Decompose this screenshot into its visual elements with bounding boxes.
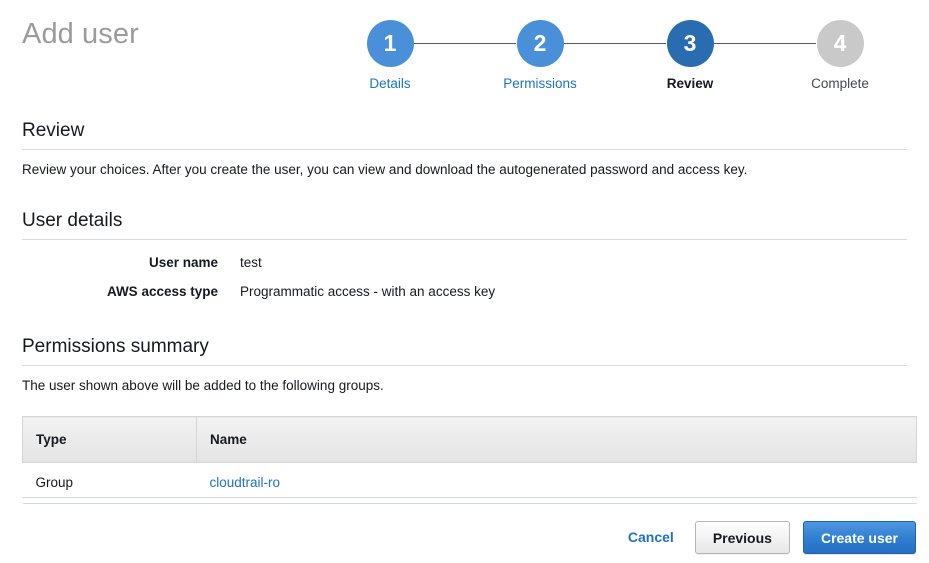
step-connector-2-3: [564, 43, 666, 44]
step-label-review: Review: [640, 76, 740, 92]
user-details-divider: [22, 239, 907, 240]
column-header-type: Type: [23, 417, 197, 463]
step-number-badge-3: 3: [667, 20, 714, 67]
wizard-step-permissions[interactable]: 2 Permissions: [490, 20, 590, 92]
group-link-cloudtrail-ro[interactable]: cloudtrail-ro: [210, 475, 281, 490]
create-user-button[interactable]: Create user: [803, 521, 916, 554]
previous-button[interactable]: Previous: [695, 521, 790, 554]
review-divider: [22, 149, 907, 150]
section-user-details: User details User name test AWS access t…: [22, 209, 907, 299]
step-number-badge-1: 1: [367, 20, 414, 67]
detail-label-access-type: AWS access type: [22, 284, 240, 299]
review-heading: Review: [22, 119, 907, 149]
wizard-step-details[interactable]: 1 Details: [340, 20, 440, 92]
step-connector-3-4: [714, 43, 816, 44]
step-label-details[interactable]: Details: [340, 76, 440, 92]
permissions-table: Type Name Group cloudtrail-ro: [22, 416, 917, 504]
permissions-summary-divider: [22, 365, 907, 366]
section-review: Review Review your choices. After you cr…: [22, 119, 907, 179]
detail-label-user-name: User name: [22, 255, 240, 270]
permissions-summary-heading: Permissions summary: [22, 335, 907, 365]
wizard-step-review: 3 Review: [640, 20, 740, 92]
step-label-complete: Complete: [790, 76, 890, 92]
user-details-heading: User details: [22, 209, 907, 239]
detail-row-user-name: User name test: [22, 255, 907, 270]
page-title: Add user: [22, 17, 139, 51]
footer-divider: [22, 497, 917, 498]
wizard-stepper: 1 Details 2 Permissions 3 Review 4 Compl…: [340, 20, 900, 110]
step-number-badge-4: 4: [817, 20, 864, 67]
column-header-name: Name: [197, 417, 917, 463]
step-connector-1-2: [414, 43, 516, 44]
user-details-list: User name test AWS access type Programma…: [22, 255, 907, 299]
wizard-step-complete: 4 Complete: [790, 20, 890, 92]
step-number-badge-2: 2: [517, 20, 564, 67]
step-label-permissions[interactable]: Permissions: [490, 76, 590, 92]
section-permissions-summary: Permissions summary The user shown above…: [22, 335, 907, 504]
page-header: Add user 1 Details 2 Permissions 3 Revie…: [0, 0, 929, 110]
detail-row-access-type: AWS access type Programmatic access - wi…: [22, 284, 907, 299]
permissions-table-header: Type Name: [23, 417, 917, 463]
detail-value-access-type: Programmatic access - with an access key: [240, 284, 495, 299]
main-content: Review Review your choices. After you cr…: [0, 119, 929, 504]
cancel-button[interactable]: Cancel: [620, 521, 682, 554]
detail-value-user-name: test: [240, 255, 262, 270]
table-header-row: Type Name: [23, 417, 917, 463]
review-description: Review your choices. After you create th…: [22, 161, 907, 179]
permissions-summary-description: The user shown above will be added to th…: [22, 377, 907, 395]
footer-actions: Cancel Previous Create user: [620, 521, 916, 554]
